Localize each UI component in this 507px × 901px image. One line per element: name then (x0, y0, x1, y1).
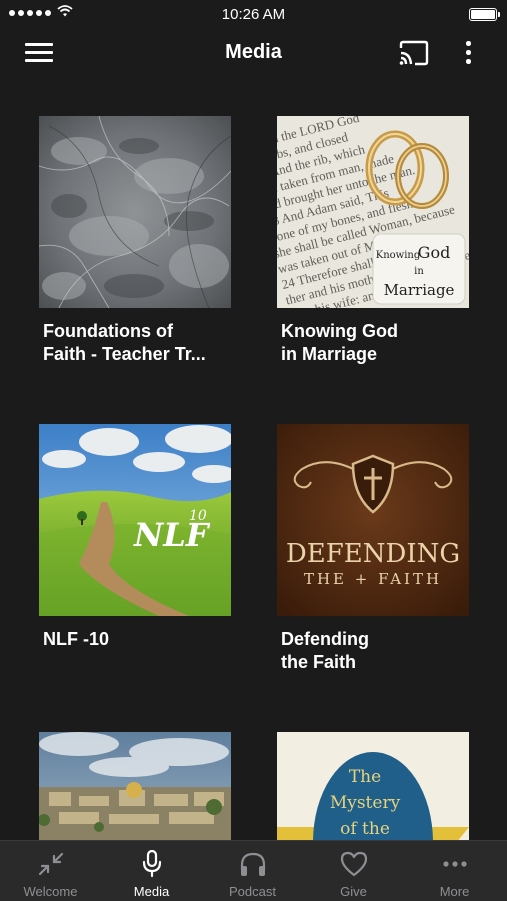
tab-label: Give (340, 884, 367, 899)
media-card-jerusalem[interactable] (39, 732, 231, 840)
media-card-foundations-of-faith[interactable]: Foundations of Faith - Teacher Tr... (39, 116, 231, 366)
badge-text: in (414, 266, 424, 277)
tab-more[interactable]: More (404, 841, 505, 901)
heart-icon (340, 851, 368, 877)
nlf-logo-superscript: 10 (189, 508, 207, 524)
tab-label: Media (133, 884, 170, 899)
battery-icon (469, 8, 500, 21)
more-options-icon[interactable] (458, 40, 478, 66)
badge-text: Marriage (384, 281, 455, 299)
page-title: Media (225, 41, 282, 63)
arrows-collapse-icon (38, 852, 64, 876)
media-card-nlf-10[interactable]: NLF 10 NLF -10 (39, 424, 231, 651)
media-title: NLF -10 (43, 629, 110, 649)
headphones-icon (240, 852, 266, 876)
defending-title-text: DEFENDING (286, 539, 460, 569)
tab-media[interactable]: Media (101, 841, 202, 901)
tab-label: More (439, 884, 470, 899)
media-thumbnail[interactable] (39, 732, 231, 840)
media-grid[interactable]: Foundations of Faith - Teacher Tr... whi… (0, 78, 507, 840)
media-card-mystery[interactable]: The Mystery of the (277, 732, 469, 840)
mystery-text: of the (340, 819, 390, 839)
media-thumbnail[interactable]: NLF 10 (39, 424, 231, 616)
media-card-defending-the-faith[interactable]: DEFENDING THE + FAITH Defending the Fait… (277, 424, 469, 674)
tab-podcast[interactable]: Podcast (202, 841, 303, 901)
media-title: Knowing God in Marriage (281, 321, 398, 364)
badge-text: God (418, 243, 451, 262)
media-thumbnail[interactable]: The Mystery of the (277, 732, 469, 840)
status-bar: 10:26 AM (0, 0, 507, 28)
badge-text: Knowing (376, 250, 421, 261)
media-card-knowing-god-in-marriage[interactable]: which the LORD God his ribs, and closed … (277, 116, 469, 366)
media-thumbnail[interactable]: DEFENDING THE + FAITH (277, 424, 469, 616)
media-title: Foundations of Faith - Teacher Tr... (43, 321, 206, 364)
defending-subtitle-text: THE + FAITH (304, 570, 442, 588)
nav-bar: Media (0, 28, 507, 78)
media-thumbnail[interactable]: which the LORD God his ribs, and closed … (277, 116, 469, 308)
microphone-icon (142, 850, 162, 878)
mystery-text: Mystery (330, 793, 401, 813)
media-title: Defending the Faith (281, 629, 369, 672)
tab-label: Welcome (23, 884, 78, 899)
tab-label: Podcast (229, 884, 276, 899)
ellipsis-icon (443, 861, 467, 867)
tab-welcome[interactable]: Welcome (0, 841, 101, 901)
tab-bar: Welcome Media Podcast Give More (0, 840, 507, 901)
mystery-text: The (349, 767, 381, 787)
tab-give[interactable]: Give (303, 841, 404, 901)
status-time: 10:26 AM (221, 6, 286, 23)
dome-icon (126, 782, 142, 798)
media-thumbnail[interactable] (39, 116, 231, 308)
cast-icon[interactable] (398, 40, 430, 66)
